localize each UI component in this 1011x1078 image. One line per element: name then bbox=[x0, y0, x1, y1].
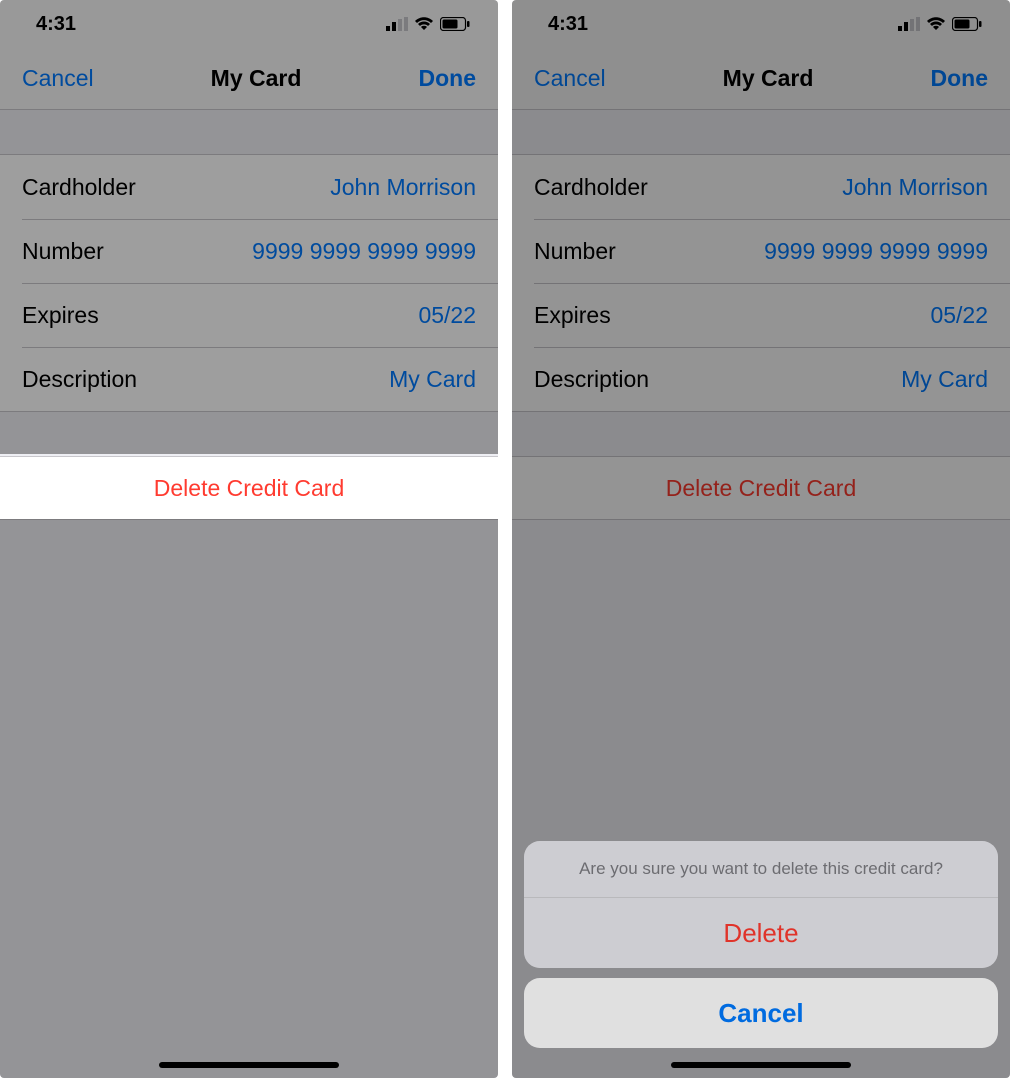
description-value: My Card bbox=[901, 366, 988, 393]
expires-row[interactable]: Expires 05/22 bbox=[22, 283, 498, 347]
done-button[interactable]: Done bbox=[418, 65, 476, 92]
action-sheet-cancel-label: Cancel bbox=[718, 998, 803, 1029]
action-sheet-delete-label: Delete bbox=[723, 918, 798, 949]
delete-card-label: Delete Credit Card bbox=[154, 475, 344, 502]
phone-left: 4:31 Cancel My Card Done Cardholder John… bbox=[0, 0, 498, 1078]
battery-icon bbox=[440, 17, 470, 31]
status-time: 4:31 bbox=[36, 13, 76, 36]
card-form-group: Cardholder John Morrison Number 9999 999… bbox=[512, 154, 1010, 412]
wifi-icon bbox=[926, 17, 946, 31]
cellular-icon bbox=[898, 17, 920, 31]
action-sheet-cancel-group: Cancel bbox=[524, 978, 998, 1048]
cardholder-value: John Morrison bbox=[842, 174, 988, 201]
number-value: 9999 9999 9999 9999 bbox=[764, 238, 988, 265]
status-right-icons bbox=[898, 17, 982, 31]
cellular-icon bbox=[386, 17, 408, 31]
description-label: Description bbox=[534, 366, 649, 393]
home-indicator[interactable] bbox=[671, 1062, 851, 1068]
cardholder-label: Cardholder bbox=[534, 174, 648, 201]
number-value: 9999 9999 9999 9999 bbox=[252, 238, 476, 265]
status-right-icons bbox=[386, 17, 470, 31]
group-gap bbox=[512, 110, 1010, 154]
action-sheet: Are you sure you want to delete this cre… bbox=[524, 841, 998, 1048]
status-bar: 4:31 bbox=[512, 0, 1010, 48]
group-gap bbox=[0, 110, 498, 154]
expires-label: Expires bbox=[534, 302, 611, 329]
nav-bar: Cancel My Card Done bbox=[512, 48, 1010, 110]
status-bar: 4:31 bbox=[0, 0, 498, 48]
nav-title: My Card bbox=[723, 65, 814, 92]
description-row[interactable]: Description My Card bbox=[22, 347, 498, 411]
expires-value: 05/22 bbox=[418, 302, 476, 329]
nav-title: My Card bbox=[211, 65, 302, 92]
expires-value: 05/22 bbox=[930, 302, 988, 329]
home-indicator[interactable] bbox=[159, 1062, 339, 1068]
number-label: Number bbox=[22, 238, 104, 265]
action-sheet-delete-button[interactable]: Delete bbox=[524, 898, 998, 968]
cardholder-label: Cardholder bbox=[22, 174, 136, 201]
action-sheet-cancel-button[interactable]: Cancel bbox=[524, 978, 998, 1048]
delete-card-button[interactable]: Delete Credit Card bbox=[0, 456, 498, 520]
expires-label: Expires bbox=[22, 302, 99, 329]
battery-icon bbox=[952, 17, 982, 31]
status-time: 4:31 bbox=[548, 13, 588, 36]
cardholder-value: John Morrison bbox=[330, 174, 476, 201]
phone-right: 4:31 Cancel My Card Done Cardholder John… bbox=[512, 0, 1010, 1078]
empty-area bbox=[0, 520, 498, 1078]
card-form-group: Cardholder John Morrison Number 9999 999… bbox=[0, 154, 498, 412]
delete-card-label: Delete Credit Card bbox=[666, 475, 856, 502]
action-sheet-group: Are you sure you want to delete this cre… bbox=[524, 841, 998, 968]
action-sheet-message: Are you sure you want to delete this cre… bbox=[524, 841, 998, 898]
description-row[interactable]: Description My Card bbox=[534, 347, 1010, 411]
group-gap-2 bbox=[0, 412, 498, 456]
expires-row[interactable]: Expires 05/22 bbox=[534, 283, 1010, 347]
cancel-button[interactable]: Cancel bbox=[534, 65, 606, 92]
nav-bar: Cancel My Card Done bbox=[0, 48, 498, 110]
description-value: My Card bbox=[389, 366, 476, 393]
number-label: Number bbox=[534, 238, 616, 265]
cardholder-row[interactable]: Cardholder John Morrison bbox=[0, 155, 498, 219]
cardholder-row[interactable]: Cardholder John Morrison bbox=[512, 155, 1010, 219]
cancel-button[interactable]: Cancel bbox=[22, 65, 94, 92]
number-row[interactable]: Number 9999 9999 9999 9999 bbox=[534, 219, 1010, 283]
done-button[interactable]: Done bbox=[930, 65, 988, 92]
number-row[interactable]: Number 9999 9999 9999 9999 bbox=[22, 219, 498, 283]
delete-card-button[interactable]: Delete Credit Card bbox=[512, 456, 1010, 520]
group-gap-2 bbox=[512, 412, 1010, 456]
description-label: Description bbox=[22, 366, 137, 393]
wifi-icon bbox=[414, 17, 434, 31]
